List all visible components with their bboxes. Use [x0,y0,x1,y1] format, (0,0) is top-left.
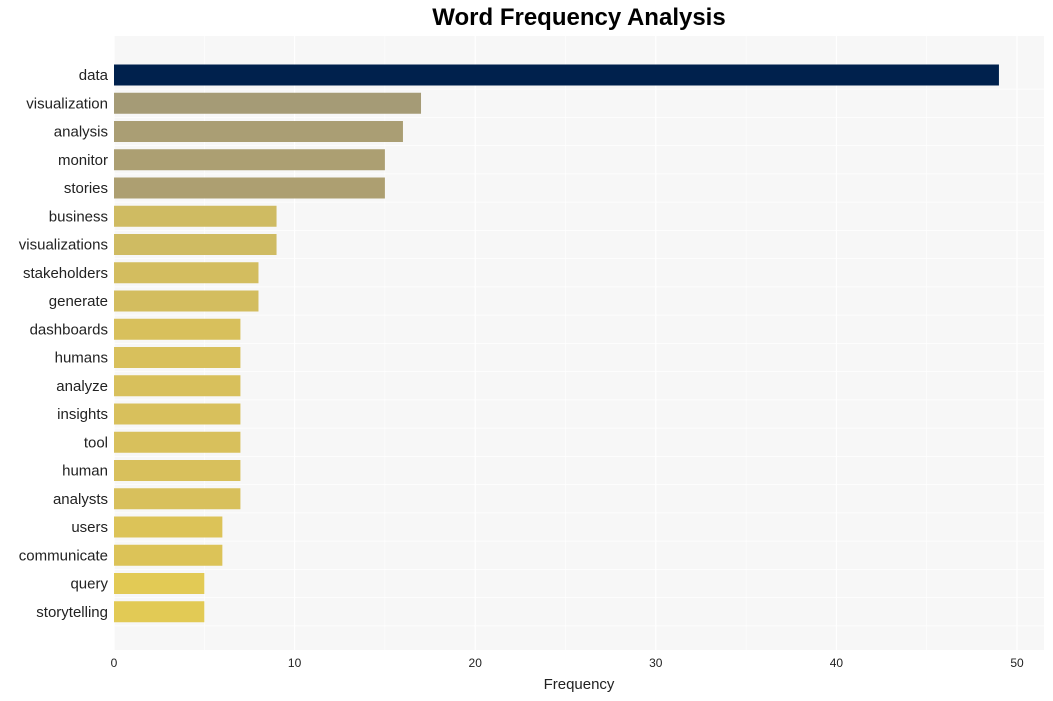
y-tick-label: tool [84,434,108,451]
bar-analysis [114,121,403,142]
x-tick-label: 0 [111,656,118,670]
bar-query [114,573,205,594]
bar-insights [114,403,241,425]
bar-business [114,205,277,227]
y-tick-label: visualization [26,95,108,112]
y-tick-label: monitor [58,152,108,169]
y-tick-label: storytelling [36,604,108,621]
y-tick-label: dashboards [30,321,108,338]
bar-analyze [114,375,241,397]
y-tick-labels: data visualization analysis monitor stories b… [19,67,109,621]
bar-dashboards [114,318,241,340]
y-tick-label: query [70,576,108,593]
bar-storytelling [114,601,205,623]
y-tick-label: communicate [19,547,108,564]
bar-communicate [114,544,223,566]
y-tick-label: human [62,463,108,480]
x-tick-label: 30 [649,656,663,670]
y-tick-label: business [49,208,108,225]
bar-humans [114,347,241,368]
x-tick-label: 50 [1010,656,1024,670]
y-tick-label: users [71,519,108,536]
bar-tool [114,431,241,453]
bar-stories [114,177,385,199]
y-tick-label: data [79,67,109,84]
y-tick-label: stories [64,180,108,197]
y-tick-label: analyze [56,378,108,395]
bar-users [114,516,223,538]
bar-visualizations [114,234,277,255]
bar-monitor [114,149,385,171]
x-tick-labels: 0 10 20 30 40 50 [111,656,1024,670]
bar-chart: data visualization analysis monitor stories b… [19,36,1044,693]
y-tick-label: analysts [53,491,108,508]
y-tick-label: analysis [54,124,108,141]
bar-stakeholders [114,262,259,284]
bar-human [114,460,241,481]
x-axis-label: Frequency [544,676,615,693]
bar-data [114,64,999,86]
y-tick-label: generate [49,293,108,310]
y-tick-label: visualizations [19,237,108,254]
y-tick-label: humans [55,350,108,367]
bar-analysts [114,488,241,510]
x-tick-label: 20 [469,656,483,670]
x-tick-label: 40 [830,656,844,670]
x-tick-label: 10 [288,656,302,670]
bar-generate [114,290,259,312]
bar-visualization [114,92,422,114]
y-tick-label: insights [57,406,108,423]
y-tick-label: stakeholders [23,265,108,282]
